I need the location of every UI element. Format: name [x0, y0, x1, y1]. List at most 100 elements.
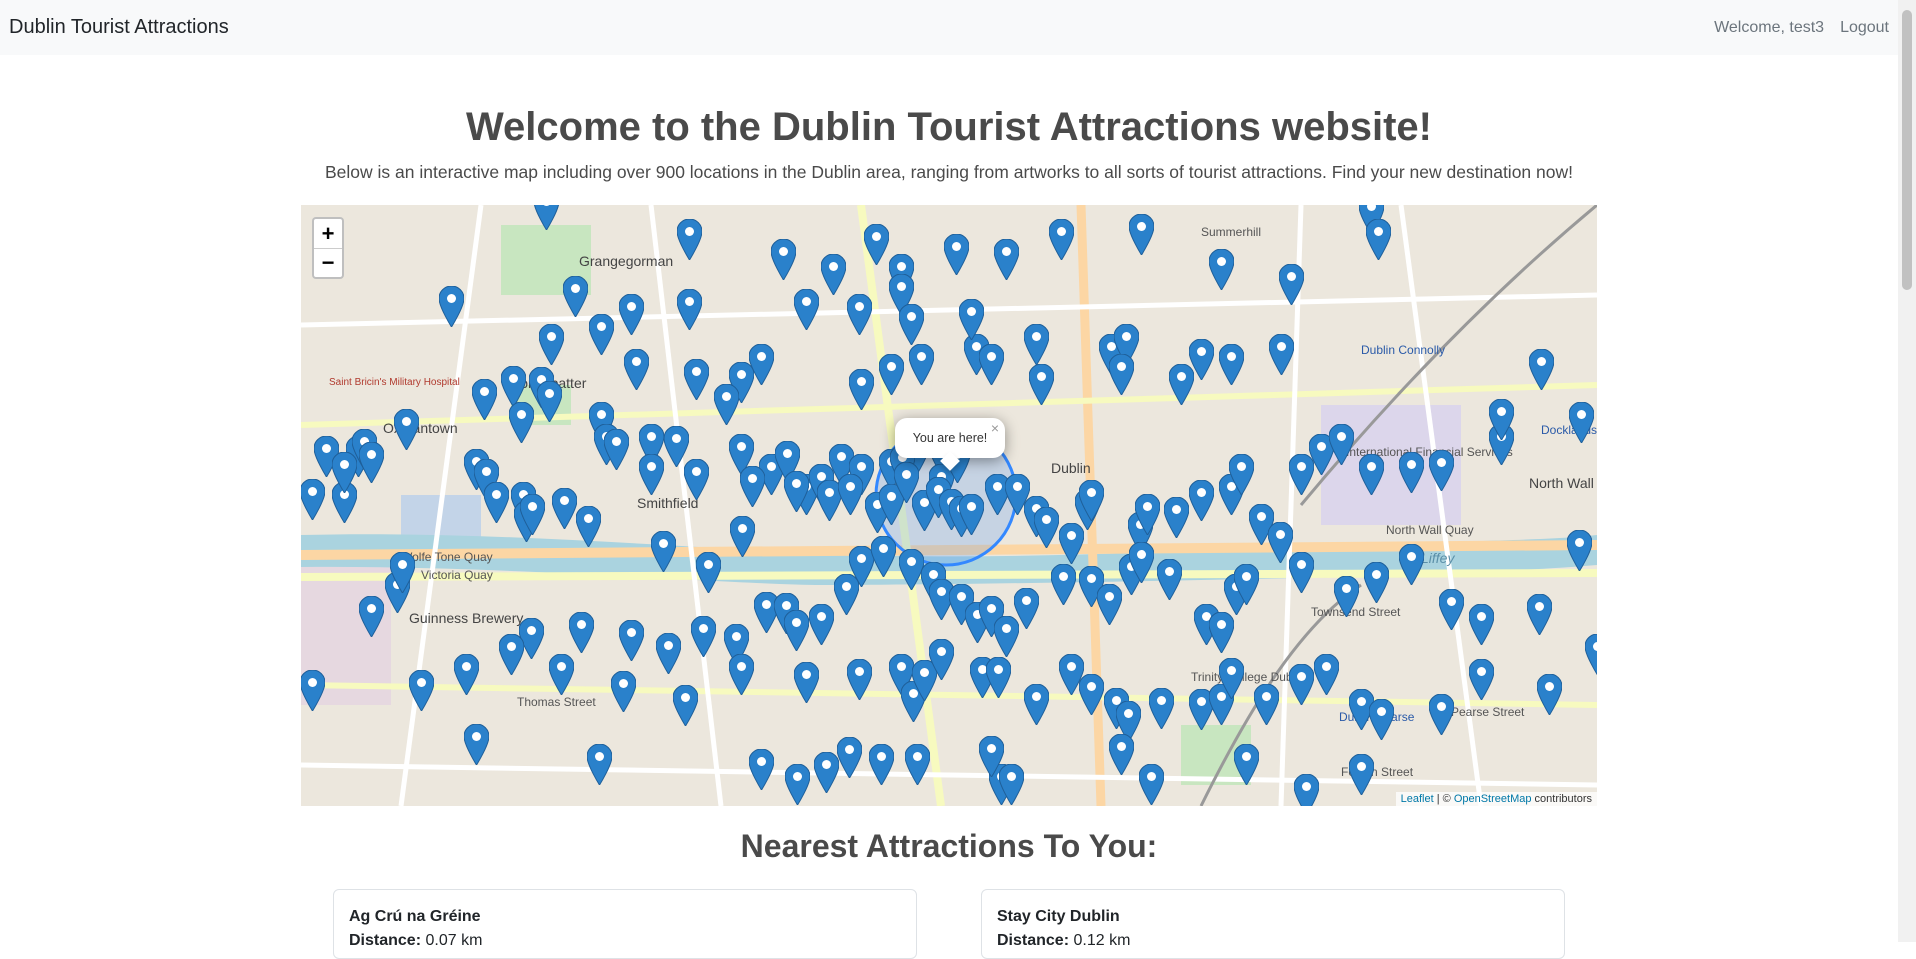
- attraction-marker[interactable]: [1034, 507, 1059, 548]
- attraction-marker[interactable]: [301, 670, 325, 711]
- attraction-card[interactable]: Ag Crú na Gréine Distance: 0.07 km: [333, 889, 917, 959]
- attraction-marker[interactable]: [639, 454, 664, 495]
- attraction-marker[interactable]: [684, 359, 709, 400]
- attraction-marker[interactable]: [1135, 494, 1160, 535]
- attractions-map[interactable]: Grangegorman Stoneybatter Oxmantown Smit…: [301, 205, 1597, 806]
- attraction-marker[interactable]: [986, 657, 1011, 698]
- attraction-marker[interactable]: [390, 552, 415, 593]
- attraction-card[interactable]: Stay City Dublin Distance: 0.12 km: [981, 889, 1565, 959]
- attraction-marker[interactable]: [979, 344, 1004, 385]
- attraction-marker[interactable]: [1129, 214, 1154, 255]
- attraction-marker[interactable]: [784, 610, 809, 651]
- attraction-marker[interactable]: [847, 659, 872, 700]
- attraction-marker[interactable]: [794, 289, 819, 330]
- attraction-marker[interactable]: [905, 744, 930, 785]
- page-scrollbar[interactable]: [1898, 0, 1916, 942]
- attraction-marker[interactable]: [520, 494, 545, 535]
- attraction-marker[interactable]: [1209, 249, 1234, 290]
- attraction-marker[interactable]: [838, 474, 863, 515]
- attraction-marker[interactable]: [549, 654, 574, 695]
- attraction-marker[interactable]: [359, 442, 384, 483]
- attraction-marker[interactable]: [879, 354, 904, 395]
- attraction-marker[interactable]: [749, 749, 774, 790]
- attraction-marker[interactable]: [1189, 480, 1214, 521]
- attraction-marker[interactable]: [1314, 654, 1339, 695]
- attraction-marker[interactable]: [909, 344, 934, 385]
- attraction-marker[interactable]: [576, 506, 601, 547]
- attraction-marker[interactable]: [821, 254, 846, 295]
- attraction-marker[interactable]: [979, 736, 1004, 777]
- attraction-marker[interactable]: [1279, 264, 1304, 305]
- attraction-marker[interactable]: [1364, 562, 1389, 603]
- attraction-marker[interactable]: [837, 737, 862, 778]
- zoom-out-button[interactable]: −: [314, 248, 342, 277]
- attraction-marker[interactable]: [1469, 604, 1494, 645]
- attraction-marker[interactable]: [1294, 774, 1319, 806]
- attraction-marker[interactable]: [1209, 612, 1234, 653]
- attraction-marker[interactable]: [1369, 699, 1394, 740]
- attraction-marker[interactable]: [409, 670, 434, 711]
- attraction-marker[interactable]: [864, 224, 889, 265]
- attraction-marker[interactable]: [1049, 219, 1074, 260]
- attraction-marker[interactable]: [1079, 480, 1104, 521]
- attraction-marker[interactable]: [1254, 684, 1279, 725]
- attraction-marker[interactable]: [1537, 674, 1562, 715]
- attraction-marker[interactable]: [729, 654, 754, 695]
- attraction-marker[interactable]: [1469, 659, 1494, 700]
- logout-link[interactable]: Logout: [1840, 19, 1889, 37]
- attraction-marker[interactable]: [1024, 324, 1049, 365]
- attraction-marker[interactable]: [454, 654, 479, 695]
- attraction-marker[interactable]: [1024, 684, 1049, 725]
- attraction-marker[interactable]: [484, 482, 509, 523]
- attraction-marker[interactable]: [794, 662, 819, 703]
- attraction-marker[interactable]: [959, 299, 984, 340]
- attraction-marker[interactable]: [569, 612, 594, 653]
- attraction-marker[interactable]: [1219, 658, 1244, 699]
- attraction-marker[interactable]: [1234, 564, 1259, 605]
- osm-link[interactable]: OpenStreetMap: [1454, 793, 1532, 805]
- attraction-marker[interactable]: [611, 671, 636, 712]
- attraction-marker[interactable]: [1429, 694, 1454, 735]
- attraction-marker[interactable]: [730, 516, 755, 557]
- attraction-marker[interactable]: [673, 685, 698, 726]
- attraction-marker[interactable]: [740, 466, 765, 507]
- attraction-marker[interactable]: [501, 366, 526, 407]
- attraction-marker[interactable]: [749, 344, 774, 385]
- attraction-marker[interactable]: [1109, 734, 1134, 775]
- attraction-marker[interactable]: [871, 536, 896, 577]
- attraction-marker[interactable]: [589, 314, 614, 355]
- attraction-marker[interactable]: [677, 219, 702, 260]
- attraction-marker[interactable]: [814, 752, 839, 793]
- attraction-marker[interactable]: [1229, 454, 1254, 495]
- attraction-marker[interactable]: [1366, 219, 1391, 260]
- attraction-marker[interactable]: [994, 239, 1019, 280]
- attraction-marker[interactable]: [1014, 588, 1039, 629]
- attraction-marker[interactable]: [1289, 664, 1314, 705]
- attraction-marker[interactable]: [1585, 634, 1597, 675]
- attraction-marker[interactable]: [1334, 576, 1359, 617]
- attraction-marker[interactable]: [784, 471, 809, 512]
- attraction-marker[interactable]: [552, 488, 577, 529]
- attraction-marker[interactable]: [604, 429, 629, 470]
- attraction-marker[interactable]: [1349, 754, 1374, 795]
- attraction-marker[interactable]: [1399, 452, 1424, 493]
- attraction-marker[interactable]: [624, 349, 649, 390]
- attraction-marker[interactable]: [1567, 530, 1592, 571]
- attraction-marker[interactable]: [847, 294, 872, 335]
- attraction-marker[interactable]: [656, 633, 681, 674]
- zoom-in-button[interactable]: +: [314, 219, 342, 248]
- attraction-marker[interactable]: [1051, 564, 1076, 605]
- attraction-marker[interactable]: [359, 596, 384, 637]
- attraction-marker[interactable]: [563, 276, 588, 317]
- attraction-marker[interactable]: [684, 459, 709, 500]
- attraction-marker[interactable]: [464, 724, 489, 765]
- attraction-marker[interactable]: [849, 369, 874, 410]
- attraction-marker[interactable]: [1289, 552, 1314, 593]
- attraction-marker[interactable]: [301, 479, 325, 520]
- attraction-marker[interactable]: [1169, 364, 1194, 405]
- attraction-marker[interactable]: [1439, 589, 1464, 630]
- attraction-marker[interactable]: [1529, 349, 1554, 390]
- attraction-marker[interactable]: [869, 744, 894, 785]
- attraction-marker[interactable]: [394, 409, 419, 450]
- attraction-marker[interactable]: [1164, 497, 1189, 538]
